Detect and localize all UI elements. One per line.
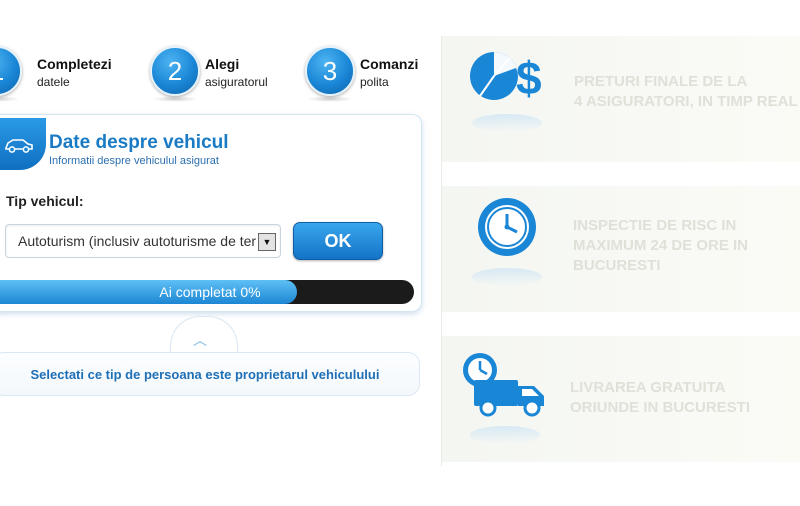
step-subtitle: asiguratorul: [205, 75, 268, 89]
step-2: 2 Alegi asiguratorul: [150, 46, 290, 102]
chevron-up-icon[interactable]: ︿: [193, 330, 207, 350]
benefits-column: $ PRETURI FINALE DE LA 4 ASIGURATORI, IN…: [442, 36, 800, 466]
panel-subtitle: Informatii despre vehiculul asigurat: [49, 155, 219, 167]
step-3: 3 Comanzi polita: [305, 46, 440, 102]
progress-text: Ai completat 0%: [159, 284, 261, 300]
step-subtitle: datele: [37, 75, 70, 89]
icon-reflection: [472, 268, 542, 286]
step-shadow: [152, 96, 198, 102]
hint-text: Selectati ce tip de persoana este propri…: [30, 367, 380, 382]
benefit-inspection: INSPECTIE DE RISC IN MAXIMUM 24 DE ORE I…: [442, 186, 800, 312]
benefit-text: PRETURI FINALE DE LA 4 ASIGURATORI, IN T…: [574, 73, 798, 110]
step-title: Comanzi: [360, 56, 419, 72]
step-title: Alegi: [205, 56, 240, 72]
clock-icon: [474, 194, 540, 265]
vehicle-type-select[interactable]: Autoturism (inclusiv autoturisme de tere…: [5, 224, 281, 258]
benefit-prices: $ PRETURI FINALE DE LA 4 ASIGURATORI, IN…: [442, 36, 800, 162]
step-1: 1 Completezi datele: [0, 46, 122, 102]
step-title: Completezi: [37, 56, 112, 72]
delivery-truck-icon: [460, 348, 550, 423]
dropdown-arrow-icon[interactable]: ▼: [258, 233, 276, 251]
step-number-3: 3: [305, 46, 355, 96]
step-subtitle: polita: [360, 75, 389, 89]
ok-button[interactable]: OK: [293, 222, 383, 260]
steps-bar: 1 Completezi datele 2 Alegi asiguratorul…: [0, 0, 440, 110]
svg-text:$: $: [516, 52, 542, 104]
benefit-text: LIVRAREA GRATUITA ORIUNDE IN BUCURESTI: [570, 379, 751, 416]
step-number-1: 1: [0, 46, 22, 96]
benefit-delivery: LIVRAREA GRATUITA ORIUNDE IN BUCURESTI: [442, 336, 800, 462]
vehicle-type-value: Autoturism (inclusiv autoturisme de tere…: [18, 233, 256, 249]
icon-reflection: [470, 426, 540, 444]
icon-reflection: [472, 114, 542, 132]
price-chart-icon: $: [466, 42, 544, 113]
panel-title: Date despre vehicul: [49, 132, 229, 153]
car-icon: [5, 139, 33, 153]
benefit-text: INSPECTIE DE RISC IN MAXIMUM 24 DE ORE I…: [573, 217, 749, 274]
step-shadow: [0, 96, 20, 102]
vehicle-type-label: Tip vehicul:: [6, 193, 84, 209]
step-shadow: [307, 96, 353, 102]
step-number-2: 2: [150, 46, 200, 96]
